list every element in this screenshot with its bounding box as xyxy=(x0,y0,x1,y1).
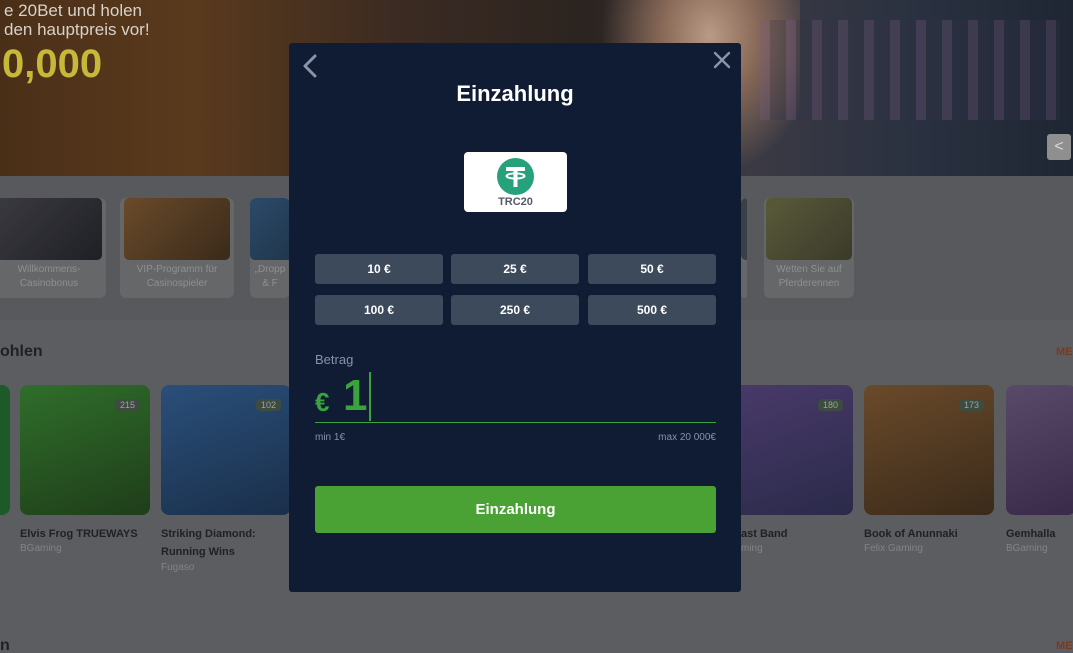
max-amount-label: max 20 000€ xyxy=(658,432,716,443)
game-tile[interactable] xyxy=(0,385,10,515)
section-title: ohlen xyxy=(0,343,43,360)
game-provider: ming xyxy=(741,543,763,554)
chevron-left-icon xyxy=(303,54,317,78)
game-title: Book of Anunnaki xyxy=(864,528,958,540)
game-tile[interactable]: 180 xyxy=(723,385,853,515)
amount-preset-500[interactable]: 500 € xyxy=(588,295,716,325)
amount-input[interactable] xyxy=(343,370,713,422)
players-badge: 102 xyxy=(255,399,281,411)
amount-preset-50[interactable]: 50 € xyxy=(588,254,716,284)
players-badge: 180 xyxy=(817,399,843,411)
promo-caption: Willkommens- Casinobonus xyxy=(17,264,81,289)
hero-line-2: den hauptpreis vor! xyxy=(4,20,150,39)
promo-card[interactable]: Willkommens- Casinobonus xyxy=(0,198,106,298)
promo-caption: „Dropp & F xyxy=(254,264,286,289)
deposit-submit-button[interactable]: Einzahlung xyxy=(315,486,716,533)
game-title: ast Band xyxy=(741,528,788,540)
payment-method-card[interactable]: TRC20 xyxy=(464,152,567,212)
game-tile[interactable]: 215 xyxy=(20,385,150,515)
min-amount-label: min 1€ xyxy=(315,432,346,443)
game-tile[interactable] xyxy=(1006,385,1073,515)
hero-casino-image xyxy=(760,20,1060,120)
payment-method-label: TRC20 xyxy=(498,196,533,208)
game-provider: Fugaso xyxy=(161,562,195,573)
game-tile[interactable]: 173 xyxy=(864,385,994,515)
promo-card[interactable]: „Dropp & F xyxy=(250,198,290,298)
promo-caption: Wetten Sie auf Pferderennen xyxy=(776,264,842,289)
hero-nav-button[interactable]: < xyxy=(1047,134,1071,160)
hero-prize: 0,000 xyxy=(2,42,103,86)
deposit-modal: Einzahlung TRC20 10 € 25 € 50 € 100 € 25… xyxy=(289,43,741,592)
amount-label: Betrag xyxy=(315,352,354,367)
amount-field[interactable]: € xyxy=(315,370,716,423)
game-provider: Felix Gaming xyxy=(864,543,923,554)
amount-preset-25[interactable]: 25 € xyxy=(451,254,579,284)
lower-section xyxy=(0,612,1073,653)
game-title: Striking Diamond: Running Wins xyxy=(161,528,256,558)
hero-line-1: e 20Bet und holen xyxy=(4,1,143,20)
tether-icon xyxy=(497,158,534,195)
amount-preset-250[interactable]: 250 € xyxy=(451,295,579,325)
modal-title: Einzahlung xyxy=(456,81,574,106)
game-provider: BGaming xyxy=(1006,543,1048,554)
currency-symbol: € xyxy=(315,387,330,417)
game-provider: BGaming xyxy=(20,543,62,554)
promo-card[interactable]: Wetten Sie auf Pferderennen xyxy=(764,198,854,298)
game-title: Elvis Frog TRUEWAYS xyxy=(20,528,138,540)
close-button[interactable] xyxy=(711,51,733,73)
promo-image xyxy=(124,198,230,260)
text-caret xyxy=(369,372,371,421)
see-all-link[interactable]: MEH xyxy=(1056,346,1073,358)
amount-preset-100[interactable]: 100 € xyxy=(315,295,443,325)
players-badge: 173 xyxy=(958,399,984,411)
back-button[interactable] xyxy=(301,53,325,81)
see-all-link[interactable]: MEH xyxy=(1056,640,1073,652)
amount-preset-10[interactable]: 10 € xyxy=(315,254,443,284)
promo-image xyxy=(250,198,290,260)
promo-image xyxy=(741,198,747,260)
players-badge: 215 xyxy=(114,399,140,411)
close-icon xyxy=(713,51,731,69)
promo-card[interactable]: VIP-Programm für Casinospieler xyxy=(120,198,234,298)
game-title: Gemhalla xyxy=(1006,528,1056,540)
game-tile[interactable]: 102 xyxy=(161,385,291,515)
promo-image xyxy=(0,198,102,260)
promo-caption: VIP-Programm für Casinospieler xyxy=(136,264,218,289)
lower-section-title: n xyxy=(0,637,10,653)
promo-card[interactable] xyxy=(741,198,747,298)
promo-image xyxy=(766,198,852,260)
